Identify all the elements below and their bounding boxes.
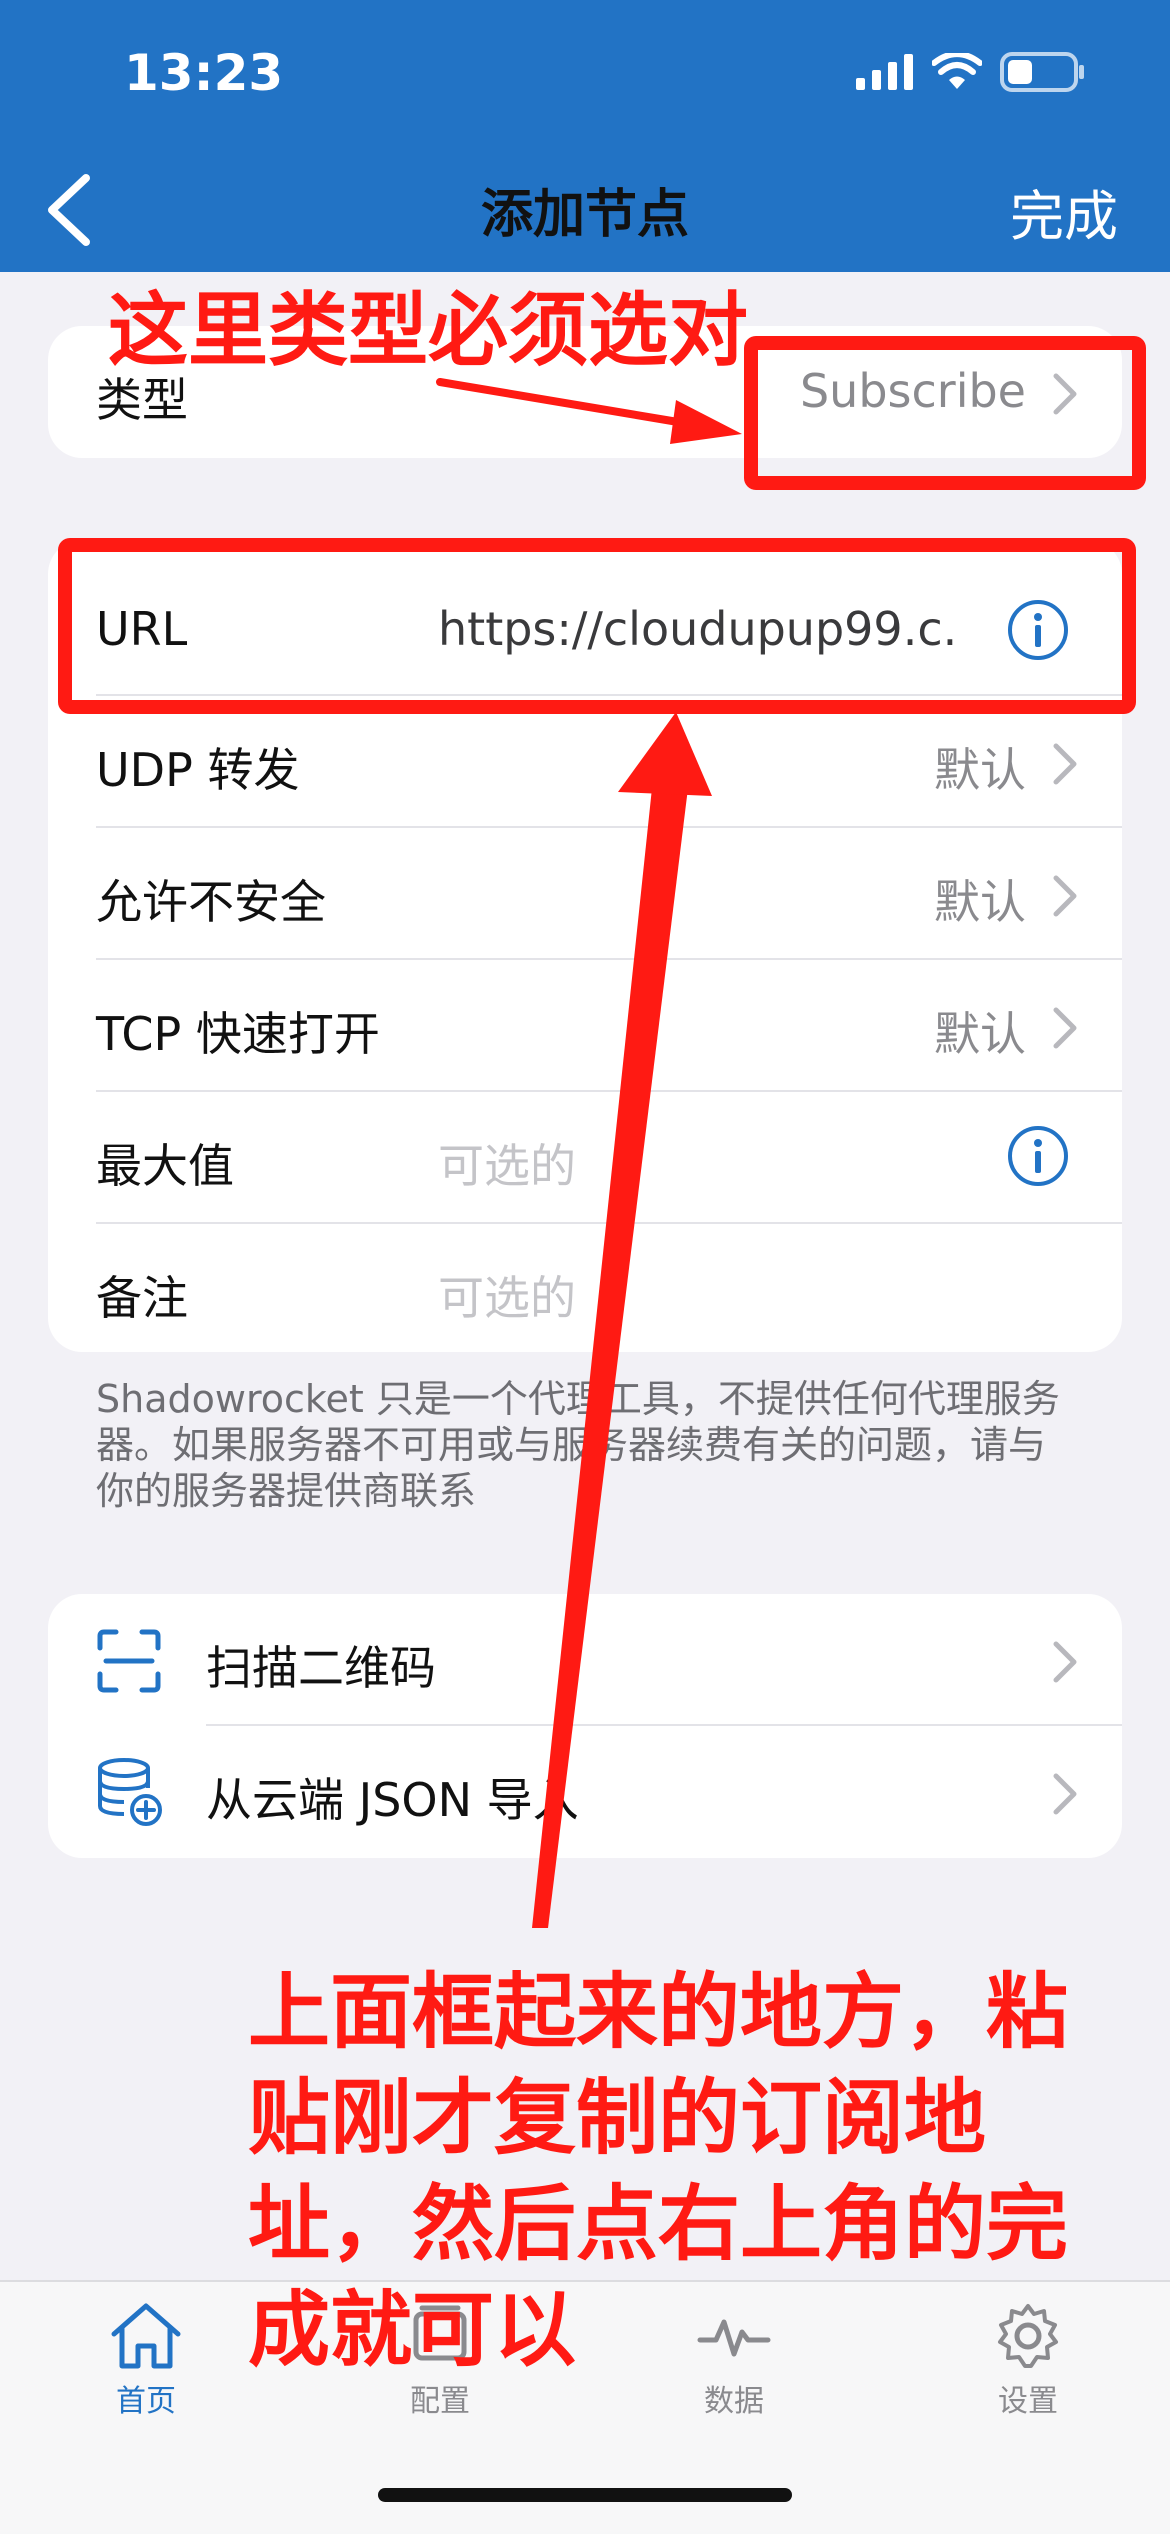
instruction-annotation: 上面框起来的地方，粘贴刚才复制的订阅地址，然后点右上角的完成就可以	[248, 1965, 1069, 2378]
type-arrow	[436, 378, 742, 444]
url-arrow	[532, 712, 712, 1928]
